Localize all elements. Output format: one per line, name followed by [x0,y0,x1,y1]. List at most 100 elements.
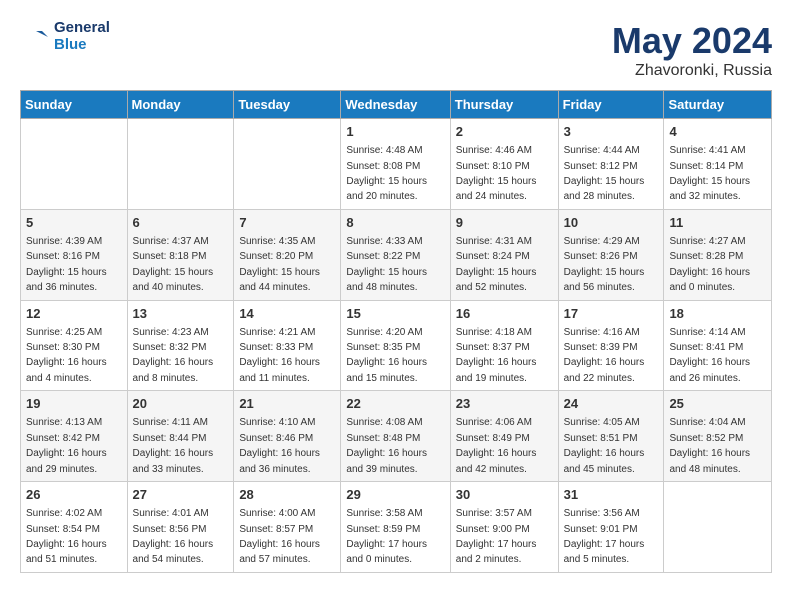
day-number: 24 [564,395,659,413]
day-number: 21 [239,395,335,413]
day-number: 30 [456,486,553,504]
day-info: Sunrise: 4:33 AM Sunset: 8:22 PM Dayligh… [346,236,427,293]
day-info: Sunrise: 4:18 AM Sunset: 8:37 PM Dayligh… [456,327,537,384]
calendar-cell [664,482,772,573]
week-row: 19 Sunrise: 4:13 AM Sunset: 8:42 PM Dayli… [21,391,772,482]
day-info: Sunrise: 4:48 AM Sunset: 8:08 PM Dayligh… [346,145,427,202]
calendar-cell: 7Sunrise: 4:35 AM Sunset: 8:20 PM Daylig… [234,209,341,300]
calendar-cell: 25Sunrise: 4:04 AM Sunset: 8:52 PM Dayli… [664,391,772,482]
day-number: 14 [239,305,335,323]
day-number: 16 [456,305,553,323]
header-monday: Monday [127,91,234,119]
day-info: Sunrise: 4:10 AM Sunset: 8:46 PM Dayligh… [239,417,320,474]
header-sunday: Sunday [21,91,128,119]
title-block: May 2024 Zhavoronki, Russia [612,20,772,80]
calendar-cell: 20 Sunrise: 4:11 AM Sunset: 8:44 PM Dayli… [127,391,234,482]
calendar-cell: 10 Sunrise: 4:29 AM Sunset: 8:26 PM Dayli… [558,209,664,300]
day-info: Sunrise: 4:46 AM Sunset: 8:10 PM Dayligh… [456,145,537,202]
calendar-cell: 5Sunrise: 4:39 AM Sunset: 8:16 PM Daylig… [21,209,128,300]
calendar-cell: 1 Sunrise: 4:48 AM Sunset: 8:08 PM Daylig… [341,119,450,210]
calendar-cell: 22 Sunrise: 4:08 AM Sunset: 8:48 PM Dayli… [341,391,450,482]
day-info: Sunrise: 4:44 AM Sunset: 8:12 PM Dayligh… [564,145,645,202]
calendar-cell: 6 Sunrise: 4:37 AM Sunset: 8:18 PM Daylig… [127,209,234,300]
day-info: Sunrise: 4:27 AM Sunset: 8:28 PM Dayligh… [669,236,750,293]
calendar-cell: 28 Sunrise: 4:00 AM Sunset: 8:57 PM Dayli… [234,482,341,573]
day-info: Sunrise: 4:16 AM Sunset: 8:39 PM Dayligh… [564,327,645,384]
month-title: May 2024 [612,20,772,62]
day-number: 15 [346,305,444,323]
day-number: 27 [133,486,229,504]
calendar-cell: 16 Sunrise: 4:18 AM Sunset: 8:37 PM Dayli… [450,300,558,391]
week-row: 1 Sunrise: 4:48 AM Sunset: 8:08 PM Daylig… [21,119,772,210]
logo: General Blue [20,20,110,53]
day-number: 6 [133,214,229,232]
day-info: Sunrise: 3:56 AM Sunset: 9:01 PM Dayligh… [564,508,645,565]
day-number: 10 [564,214,659,232]
calendar-cell: 29 Sunrise: 3:58 AM Sunset: 8:59 PM Dayli… [341,482,450,573]
day-info: Sunrise: 4:29 AM Sunset: 8:26 PM Dayligh… [564,236,645,293]
day-number: 11 [669,214,766,232]
location: Zhavoronki, Russia [612,62,772,80]
day-info: Sunrise: 4:04 AM Sunset: 8:52 PM Dayligh… [669,417,750,474]
calendar-cell: 8 Sunrise: 4:33 AM Sunset: 8:22 PM Daylig… [341,209,450,300]
day-number: 3 [564,123,659,141]
day-info: Sunrise: 4:05 AM Sunset: 8:51 PM Dayligh… [564,417,645,474]
day-number: 28 [239,486,335,504]
calendar-cell: 11 Sunrise: 4:27 AM Sunset: 8:28 PM Dayli… [664,209,772,300]
day-info: Sunrise: 4:02 AM Sunset: 8:54 PM Dayligh… [26,508,107,565]
day-number: 18 [669,305,766,323]
logo-container: General Blue [20,20,110,53]
day-number: 22 [346,395,444,413]
day-info: Sunrise: 4:37 AM Sunset: 8:18 PM Dayligh… [133,236,214,293]
day-info: Sunrise: 3:58 AM Sunset: 8:59 PM Dayligh… [346,508,427,565]
day-info: Sunrise: 4:06 AM Sunset: 8:49 PM Dayligh… [456,417,537,474]
week-row: 5Sunrise: 4:39 AM Sunset: 8:16 PM Daylig… [21,209,772,300]
header-friday: Friday [558,91,664,119]
week-row: 12Sunrise: 4:25 AM Sunset: 8:30 PM Dayli… [21,300,772,391]
day-info: Sunrise: 4:20 AM Sunset: 8:35 PM Dayligh… [346,327,427,384]
day-number: 23 [456,395,553,413]
header-row: SundayMondayTuesdayWednesdayThursdayFrid… [21,91,772,119]
calendar-cell: 15 Sunrise: 4:20 AM Sunset: 8:35 PM Dayli… [341,300,450,391]
logo-bird-icon [20,21,52,53]
day-info: Sunrise: 4:25 AM Sunset: 8:30 PM Dayligh… [26,327,107,384]
day-info: Sunrise: 4:00 AM Sunset: 8:57 PM Dayligh… [239,508,320,565]
day-number: 2 [456,123,553,141]
day-info: Sunrise: 4:23 AM Sunset: 8:32 PM Dayligh… [133,327,214,384]
day-info: Sunrise: 4:13 AM Sunset: 8:42 PM Dayligh… [26,417,107,474]
calendar-cell: 26 Sunrise: 4:02 AM Sunset: 8:54 PM Dayli… [21,482,128,573]
calendar-cell: 2 Sunrise: 4:46 AM Sunset: 8:10 PM Daylig… [450,119,558,210]
day-info: Sunrise: 4:01 AM Sunset: 8:56 PM Dayligh… [133,508,214,565]
calendar-cell: 12Sunrise: 4:25 AM Sunset: 8:30 PM Dayli… [21,300,128,391]
day-number: 5 [26,214,122,232]
calendar-cell: 18 Sunrise: 4:14 AM Sunset: 8:41 PM Dayli… [664,300,772,391]
day-number: 19 [26,395,122,413]
logo-text-general: General [54,20,110,37]
calendar-cell: 27 Sunrise: 4:01 AM Sunset: 8:56 PM Dayli… [127,482,234,573]
day-number: 4 [669,123,766,141]
day-number: 1 [346,123,444,141]
header-thursday: Thursday [450,91,558,119]
day-number: 20 [133,395,229,413]
calendar-cell: 21 Sunrise: 4:10 AM Sunset: 8:46 PM Dayli… [234,391,341,482]
calendar-cell: 23 Sunrise: 4:06 AM Sunset: 8:49 PM Dayli… [450,391,558,482]
day-number: 29 [346,486,444,504]
day-info: Sunrise: 3:57 AM Sunset: 9:00 PM Dayligh… [456,508,537,565]
calendar-cell: 17 Sunrise: 4:16 AM Sunset: 8:39 PM Dayli… [558,300,664,391]
calendar-cell: 19 Sunrise: 4:13 AM Sunset: 8:42 PM Dayli… [21,391,128,482]
day-info: Sunrise: 4:11 AM Sunset: 8:44 PM Dayligh… [133,417,214,474]
day-number: 9 [456,214,553,232]
day-number: 17 [564,305,659,323]
day-number: 8 [346,214,444,232]
day-info: Sunrise: 4:14 AM Sunset: 8:41 PM Dayligh… [669,327,750,384]
logo-text-blue: Blue [54,37,110,54]
day-info: Sunrise: 4:08 AM Sunset: 8:48 PM Dayligh… [346,417,427,474]
day-number: 26 [26,486,122,504]
week-row: 26 Sunrise: 4:02 AM Sunset: 8:54 PM Dayli… [21,482,772,573]
day-info: Sunrise: 4:31 AM Sunset: 8:24 PM Dayligh… [456,236,537,293]
header-saturday: Saturday [664,91,772,119]
calendar-table: SundayMondayTuesdayWednesdayThursdayFrid… [20,90,772,573]
calendar-cell: 14Sunrise: 4:21 AM Sunset: 8:33 PM Dayli… [234,300,341,391]
calendar-cell: 24 Sunrise: 4:05 AM Sunset: 8:51 PM Dayli… [558,391,664,482]
day-info: Sunrise: 4:41 AM Sunset: 8:14 PM Dayligh… [669,145,750,202]
